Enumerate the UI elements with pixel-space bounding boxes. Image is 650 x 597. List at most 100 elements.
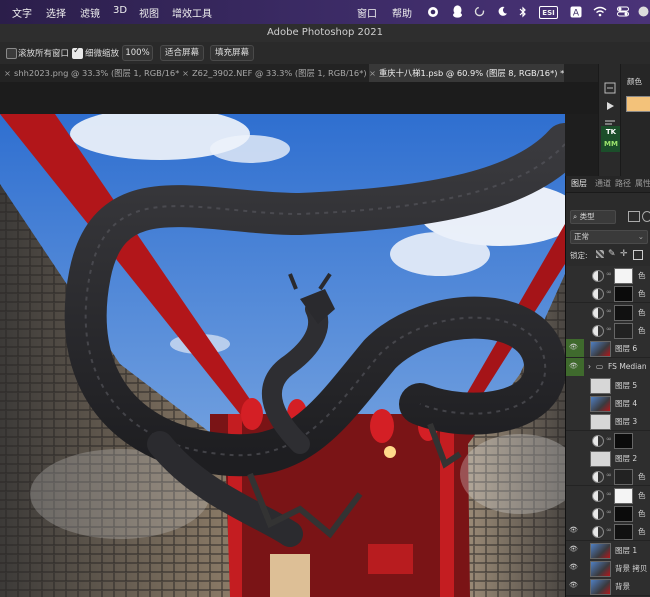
mask-thumbnail [614,487,633,504]
document-canvas[interactable] [0,114,565,597]
menu-filter[interactable]: 滤镜 [80,5,100,20]
title-bar: Adobe Photoshop 2021 [0,24,650,43]
menu-view[interactable]: 视图 [139,5,159,20]
mask-thumbnail [614,268,633,284]
layer-name: 背景 [615,582,630,592]
mask-thumbnail [614,322,633,339]
chevron-down-icon: ⌄ [637,232,644,241]
eye-icon[interactable]: 👁 [569,582,578,589]
adjustment-icon [592,526,604,539]
menu-plugins[interactable]: 增效工具 [172,5,212,20]
layer-row[interactable]: 图层 5 [566,375,650,395]
menu-help[interactable]: 帮助 [392,5,412,20]
fit-screen-button[interactable]: 适合屏幕 [160,45,204,61]
layer-name: 图层 5 [615,380,638,390]
fill-screen-button[interactable]: 填充屏幕 [210,45,254,61]
adjustment-icon [592,324,604,337]
moon-icon[interactable] [496,4,508,19]
mm-label: MM [604,140,618,148]
link-icon: ∞ [606,306,612,315]
layer-name: 色 [638,289,646,299]
layer-thumbnail [590,542,611,559]
tab-properties[interactable]: 属性 [635,176,650,192]
layer-row[interactable]: 👁 图层 6 [566,339,650,359]
bluetooth-icon[interactable] [518,4,528,19]
tab-layers[interactable]: 图层 [571,176,587,192]
tab-shh2023[interactable]: × shh2023.png @ 33.3% (图层 1, RGB/16*) [0,64,180,82]
history-icon[interactable] [604,82,616,94]
eye-icon[interactable]: 👁 [569,563,578,571]
layer-row[interactable]: 👁 背景 拷贝 [566,558,650,578]
foreground-swatch[interactable] [626,96,650,112]
lock-brush-icon[interactable]: ✎ [608,249,616,259]
zoom-100-button[interactable]: 100% [122,45,153,61]
siri-icon[interactable] [637,4,649,19]
menu-type[interactable]: 文字 [12,5,32,20]
input-source-badge[interactable]: ESI [539,6,558,19]
tab-label: shh2023.png @ 33.3% (图层 1, RGB/16*) [14,68,180,78]
fine-zoom-checkbox[interactable] [72,46,83,59]
close-icon[interactable]: × [369,64,379,82]
layer-row[interactable]: 👁 图层 1 [566,540,650,560]
layer-row[interactable]: 图层 3 [566,412,650,432]
layer-row[interactable]: ∞ 色 [566,320,650,340]
text-input-icon[interactable]: A [570,4,582,19]
layer-name: 色 [638,271,646,280]
blend-mode-select[interactable]: 正常 ⌄ [570,230,648,244]
layer-name: 背景 拷贝 [615,563,648,573]
eye-icon[interactable]: 👁 [569,527,578,534]
tab-chongqing[interactable]: × 重庆十八梯1.psb @ 60.9% (图层 8, RGB/16*) * [369,64,564,82]
adjust-filter-icon[interactable] [642,211,650,222]
qq-icon[interactable] [451,4,463,19]
layer-row[interactable]: 图层 2 [566,449,650,468]
layer-filter-label: 类型 [579,212,595,221]
sync-icon[interactable] [473,4,485,19]
layer-row[interactable]: ∞ 色 [566,284,650,304]
image-filter-icon[interactable] [628,211,640,222]
eye-icon[interactable]: 👁 [569,362,578,370]
adjustment-icon [592,288,604,301]
menu-3d[interactable]: 3D [113,5,127,16]
layer-name: 色 [638,472,646,482]
layers-panel-tabs: 图层 通道 路径 属性 [566,176,650,193]
lock-transparency-icon[interactable] [596,250,604,258]
scroll-all-checkbox[interactable] [6,48,17,59]
eye-icon[interactable]: 👁 [569,545,578,553]
canvas-top-margin [0,82,598,114]
layer-row[interactable]: 图层 4 [566,394,650,414]
layer-filter-select[interactable]: ⌕ 类型 [570,210,616,224]
chevron-right-icon[interactable]: › [588,362,591,371]
color-panel-tab[interactable]: 颜色 [627,76,642,87]
layer-row[interactable]: ∞ 色 [566,266,650,285]
wifi-icon[interactable] [593,4,607,19]
control-center-icon[interactable] [617,4,629,19]
close-icon[interactable]: × [4,64,14,82]
mask-thumbnail [614,432,633,449]
layer-name: 图层 3 [615,417,638,427]
menu-window[interactable]: 窗口 [357,5,377,20]
link-icon: ∞ [606,507,612,516]
tab-paths[interactable]: 路径 [615,176,631,192]
layer-thumbnail [590,396,611,413]
play-icon[interactable] [604,100,616,112]
lock-artboard-icon[interactable] [633,250,643,260]
tab-z62-nef[interactable]: × Z62_3902.NEF @ 33.3% (图层 1, RGB/16*) * [182,64,366,82]
layer-row[interactable]: ∞ 色 [566,503,650,523]
tk-label: TK [605,128,617,136]
layer-thumbnail [590,341,611,358]
layer-row[interactable]: 👁 › ▭ FS Median [566,357,650,377]
eye-icon[interactable]: 👁 [569,344,578,351]
tk-plugin-icon[interactable]: TK MM [601,126,621,152]
lock-move-icon[interactable]: ✛ [620,249,628,259]
layer-row[interactable]: ∞ 色 [566,467,650,487]
close-icon[interactable]: × [182,64,192,82]
layer-row[interactable]: ∞ 色 [566,302,650,322]
tab-label: Z62_3902.NEF @ 33.3% (图层 1, RGB/16*) * [192,68,366,78]
layer-row[interactable]: 👁 背景 [566,577,650,597]
menu-select[interactable]: 选择 [46,5,66,20]
tab-channels[interactable]: 通道 [595,176,611,192]
layer-row[interactable]: 👁 ∞ 色 [566,522,650,542]
layer-row[interactable]: ∞ 色 [566,485,650,505]
record-icon[interactable] [427,4,439,19]
layer-row[interactable]: ∞ [566,430,650,450]
